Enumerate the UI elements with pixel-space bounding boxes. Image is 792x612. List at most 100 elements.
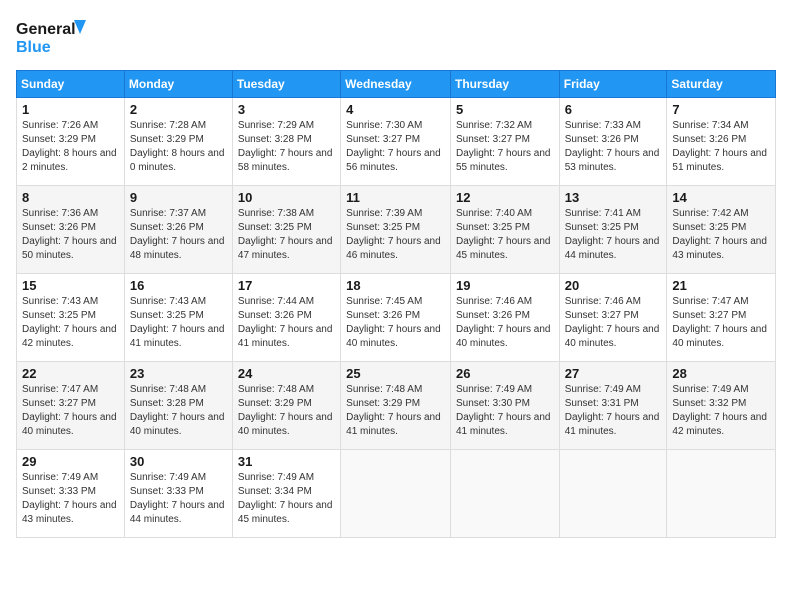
- calendar-cell: 2 Sunrise: 7:28 AMSunset: 3:29 PMDaylight…: [124, 98, 232, 186]
- calendar-cell: 16Sunrise: 7:43 AMSunset: 3:25 PMDayligh…: [124, 274, 232, 362]
- calendar-cell: 10 Sunrise: 7:38 AMSunset: 3:25 PMDayligh…: [232, 186, 340, 274]
- day-info: Sunrise: 7:48 AMSunset: 3:29 PMDaylight:…: [346, 383, 445, 439]
- calendar-cell: 24 Sunrise: 7:48 AMSunset: 3:29 PMDayligh…: [232, 362, 340, 450]
- calendar-cell: 3 Sunrise: 7:29 AMSunset: 3:28 PMDaylight…: [232, 98, 340, 186]
- day-number: 9: [130, 190, 227, 205]
- calendar-cell: 25 Sunrise: 7:48 AMSunset: 3:29 PMDayligh…: [341, 362, 451, 450]
- calendar-cell: [450, 450, 559, 538]
- weekday-header-friday: Friday: [559, 71, 667, 98]
- day-number: 18: [346, 278, 445, 293]
- calendar-cell: 28 Sunrise: 7:49 AMSunset: 3:32 PMDayligh…: [667, 362, 776, 450]
- day-info: Sunrise: 7:26 AMSunset: 3:29 PMDaylight:…: [22, 119, 119, 175]
- calendar-cell: 14Sunrise: 7:42 AMSunset: 3:25 PMDayligh…: [667, 186, 776, 274]
- day-number: 7: [672, 102, 770, 117]
- day-number: 24: [238, 366, 335, 381]
- calendar-cell: 5 Sunrise: 7:32 AMSunset: 3:27 PMDaylight…: [450, 98, 559, 186]
- day-info: Sunrise: 7:32 AMSunset: 3:27 PMDaylight:…: [456, 119, 554, 175]
- day-number: 30: [130, 454, 227, 469]
- day-info: Sunrise: 7:29 AMSunset: 3:28 PMDaylight:…: [238, 119, 335, 175]
- day-info: Sunrise: 7:45 AMSunset: 3:26 PMDaylight:…: [346, 295, 445, 351]
- day-number: 10: [238, 190, 335, 205]
- calendar-cell: 30 Sunrise: 7:49 AMSunset: 3:33 PMDayligh…: [124, 450, 232, 538]
- day-number: 23: [130, 366, 227, 381]
- day-info: Sunrise: 7:46 AMSunset: 3:27 PMDaylight:…: [565, 295, 662, 351]
- calendar-cell: 11 Sunrise: 7:39 AMSunset: 3:25 PMDayligh…: [341, 186, 451, 274]
- day-number: 26: [456, 366, 554, 381]
- calendar-cell: 6Sunrise: 7:33 AMSunset: 3:26 PMDaylight…: [559, 98, 667, 186]
- day-info: Sunrise: 7:34 AMSunset: 3:26 PMDaylight:…: [672, 119, 770, 175]
- day-number: 15: [22, 278, 119, 293]
- day-number: 21: [672, 278, 770, 293]
- day-info: Sunrise: 7:49 AMSunset: 3:31 PMDaylight:…: [565, 383, 662, 439]
- day-info: Sunrise: 7:28 AMSunset: 3:29 PMDaylight:…: [130, 119, 227, 175]
- day-info: Sunrise: 7:49 AMSunset: 3:33 PMDaylight:…: [22, 471, 119, 527]
- calendar-cell: 7 Sunrise: 7:34 AMSunset: 3:26 PMDaylight…: [667, 98, 776, 186]
- weekday-header-thursday: Thursday: [450, 71, 559, 98]
- calendar-cell: 15 Sunrise: 7:43 AMSunset: 3:25 PMDayligh…: [17, 274, 125, 362]
- calendar-cell: 21 Sunrise: 7:47 AMSunset: 3:27 PMDayligh…: [667, 274, 776, 362]
- calendar-cell: 22 Sunrise: 7:47 AMSunset: 3:27 PMDayligh…: [17, 362, 125, 450]
- day-info: Sunrise: 7:47 AMSunset: 3:27 PMDaylight:…: [22, 383, 119, 439]
- day-number: 20: [565, 278, 662, 293]
- day-info: Sunrise: 7:39 AMSunset: 3:25 PMDaylight:…: [346, 207, 445, 263]
- day-number: 16: [130, 278, 227, 293]
- weekday-header-sunday: Sunday: [17, 71, 125, 98]
- day-number: 8: [22, 190, 119, 205]
- day-number: 2: [130, 102, 227, 117]
- calendar-cell: 20 Sunrise: 7:46 AMSunset: 3:27 PMDayligh…: [559, 274, 667, 362]
- page-header: GeneralBlue: [16, 16, 776, 60]
- day-info: Sunrise: 7:42 AMSunset: 3:25 PMDaylight:…: [672, 207, 770, 263]
- day-number: 11: [346, 190, 445, 205]
- weekday-header-wednesday: Wednesday: [341, 71, 451, 98]
- calendar-cell: [667, 450, 776, 538]
- weekday-header-saturday: Saturday: [667, 71, 776, 98]
- week-row-4: 22 Sunrise: 7:47 AMSunset: 3:27 PMDayligh…: [17, 362, 776, 450]
- day-number: 17: [238, 278, 335, 293]
- day-info: Sunrise: 7:30 AMSunset: 3:27 PMDaylight:…: [346, 119, 445, 175]
- day-number: 1: [22, 102, 119, 117]
- day-number: 12: [456, 190, 554, 205]
- day-info: Sunrise: 7:48 AMSunset: 3:28 PMDaylight:…: [130, 383, 227, 439]
- calendar-cell: 18 Sunrise: 7:45 AMSunset: 3:26 PMDayligh…: [341, 274, 451, 362]
- day-number: 19: [456, 278, 554, 293]
- weekday-header-row: SundayMondayTuesdayWednesdayThursdayFrid…: [17, 71, 776, 98]
- calendar-cell: 23 Sunrise: 7:48 AMSunset: 3:28 PMDayligh…: [124, 362, 232, 450]
- day-info: Sunrise: 7:41 AMSunset: 3:25 PMDaylight:…: [565, 207, 662, 263]
- week-row-3: 15 Sunrise: 7:43 AMSunset: 3:25 PMDayligh…: [17, 274, 776, 362]
- day-number: 25: [346, 366, 445, 381]
- calendar-cell: 29 Sunrise: 7:49 AMSunset: 3:33 PMDayligh…: [17, 450, 125, 538]
- day-info: Sunrise: 7:33 AMSunset: 3:26 PMDaylight:…: [565, 119, 662, 175]
- calendar-cell: 19Sunrise: 7:46 AMSunset: 3:26 PMDayligh…: [450, 274, 559, 362]
- day-info: Sunrise: 7:38 AMSunset: 3:25 PMDaylight:…: [238, 207, 335, 263]
- day-info: Sunrise: 7:49 AMSunset: 3:30 PMDaylight:…: [456, 383, 554, 439]
- day-info: Sunrise: 7:43 AMSunset: 3:25 PMDaylight:…: [22, 295, 119, 351]
- day-info: Sunrise: 7:49 AMSunset: 3:32 PMDaylight:…: [672, 383, 770, 439]
- calendar-cell: 1 Sunrise: 7:26 AMSunset: 3:29 PMDaylight…: [17, 98, 125, 186]
- svg-text:Blue: Blue: [16, 39, 51, 56]
- calendar-table: SundayMondayTuesdayWednesdayThursdayFrid…: [16, 70, 776, 538]
- day-info: Sunrise: 7:47 AMSunset: 3:27 PMDaylight:…: [672, 295, 770, 351]
- day-info: Sunrise: 7:49 AMSunset: 3:34 PMDaylight:…: [238, 471, 335, 527]
- calendar-cell: 26 Sunrise: 7:49 AMSunset: 3:30 PMDayligh…: [450, 362, 559, 450]
- calendar-cell: 27 Sunrise: 7:49 AMSunset: 3:31 PMDayligh…: [559, 362, 667, 450]
- day-number: 28: [672, 366, 770, 381]
- day-info: Sunrise: 7:48 AMSunset: 3:29 PMDaylight:…: [238, 383, 335, 439]
- day-info: Sunrise: 7:49 AMSunset: 3:33 PMDaylight:…: [130, 471, 227, 527]
- week-row-5: 29 Sunrise: 7:49 AMSunset: 3:33 PMDayligh…: [17, 450, 776, 538]
- calendar-cell: 13Sunrise: 7:41 AMSunset: 3:25 PMDayligh…: [559, 186, 667, 274]
- day-number: 29: [22, 454, 119, 469]
- calendar-cell: [341, 450, 451, 538]
- logo-svg: GeneralBlue: [16, 16, 86, 60]
- calendar-cell: 4 Sunrise: 7:30 AMSunset: 3:27 PMDaylight…: [341, 98, 451, 186]
- week-row-1: 1 Sunrise: 7:26 AMSunset: 3:29 PMDaylight…: [17, 98, 776, 186]
- day-number: 5: [456, 102, 554, 117]
- weekday-header-tuesday: Tuesday: [232, 71, 340, 98]
- logo: GeneralBlue: [16, 16, 86, 60]
- calendar-cell: [559, 450, 667, 538]
- day-info: Sunrise: 7:36 AMSunset: 3:26 PMDaylight:…: [22, 207, 119, 263]
- day-number: 3: [238, 102, 335, 117]
- calendar-cell: 8 Sunrise: 7:36 AMSunset: 3:26 PMDaylight…: [17, 186, 125, 274]
- day-number: 27: [565, 366, 662, 381]
- day-number: 22: [22, 366, 119, 381]
- day-number: 4: [346, 102, 445, 117]
